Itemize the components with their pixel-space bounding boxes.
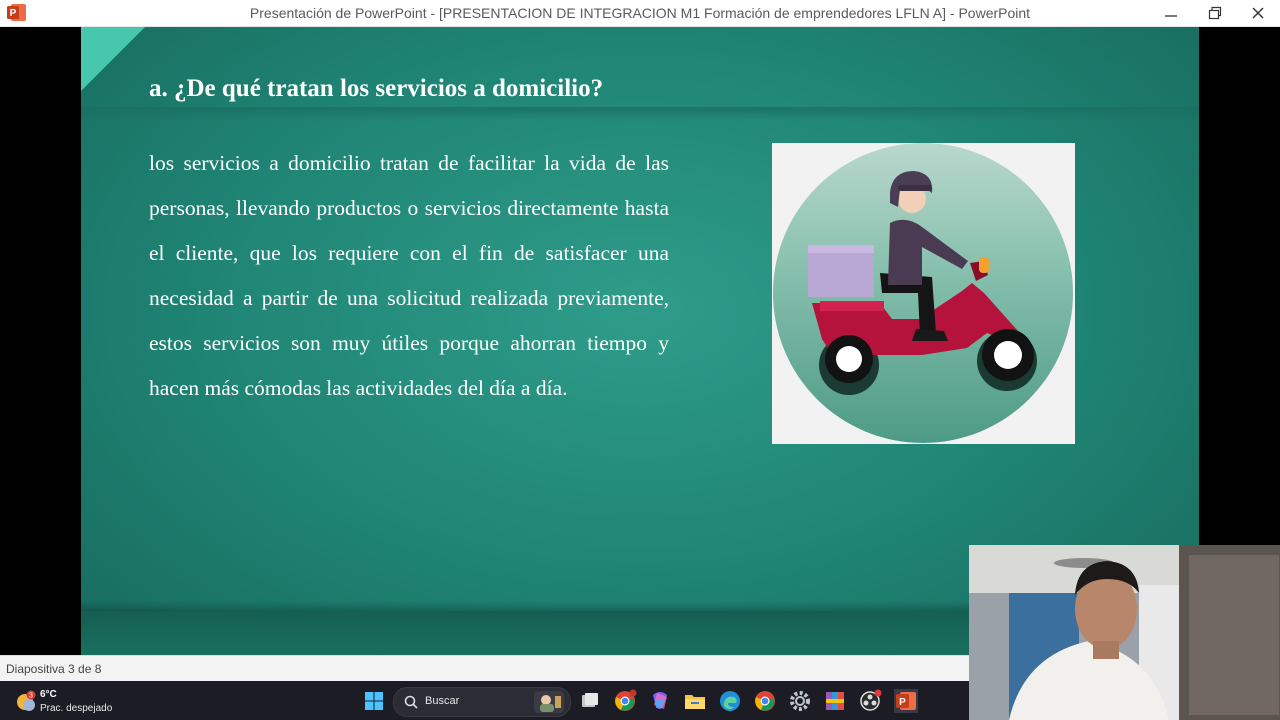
title-divider: [81, 107, 1199, 121]
weather-widget[interactable]: 3 6°C Prac. despejado: [12, 686, 142, 716]
slide-counter: Diapositiva 3 de 8: [6, 662, 102, 676]
weather-sun-moon-icon: 3: [17, 690, 36, 711]
search-highlight-icon: [534, 691, 564, 713]
edge-icon[interactable]: [718, 689, 742, 713]
chrome-icon[interactable]: [613, 689, 637, 713]
minimize-icon: [1165, 15, 1177, 17]
obs-icon[interactable]: [858, 689, 882, 713]
restore-button[interactable]: [1194, 0, 1236, 26]
settings-icon[interactable]: [788, 689, 812, 713]
slide-corner-accent: [81, 27, 145, 91]
chrome-icon[interactable]: [753, 689, 777, 713]
minimize-button[interactable]: [1150, 0, 1192, 26]
search-label: Buscar: [425, 695, 460, 707]
slide-title: a. ¿De qué tratan los servicios a domici…: [149, 75, 604, 102]
window-titlebar: P Presentación de PowerPoint - [PRESENTA…: [0, 0, 1280, 27]
windows-start-icon[interactable]: [362, 689, 386, 713]
weather-badge: 3: [29, 693, 33, 700]
task-view-icon[interactable]: [578, 689, 602, 713]
close-button[interactable]: [1237, 0, 1279, 26]
delivery-scooter-illustration: [772, 143, 1075, 444]
taskbar-search[interactable]: Buscar: [393, 687, 571, 717]
copilot-icon[interactable]: [648, 689, 672, 713]
weather-temperature: 6°C: [40, 689, 57, 700]
slide-body-text: los servicios a domicilio tratan de faci…: [149, 151, 669, 400]
file-explorer-icon[interactable]: [683, 689, 707, 713]
winrar-icon[interactable]: [823, 689, 847, 713]
search-icon: [404, 695, 418, 709]
weather-description: Prac. despejado: [40, 703, 113, 714]
powerpoint-icon[interactable]: P: [894, 689, 918, 713]
close-icon: [1252, 7, 1264, 19]
window-title: Presentación de PowerPoint - [PRESENTACI…: [249, 5, 1031, 21]
presenter-webcam: [969, 545, 1280, 720]
restore-icon: [1208, 6, 1222, 20]
svg-text:P: P: [899, 697, 906, 708]
